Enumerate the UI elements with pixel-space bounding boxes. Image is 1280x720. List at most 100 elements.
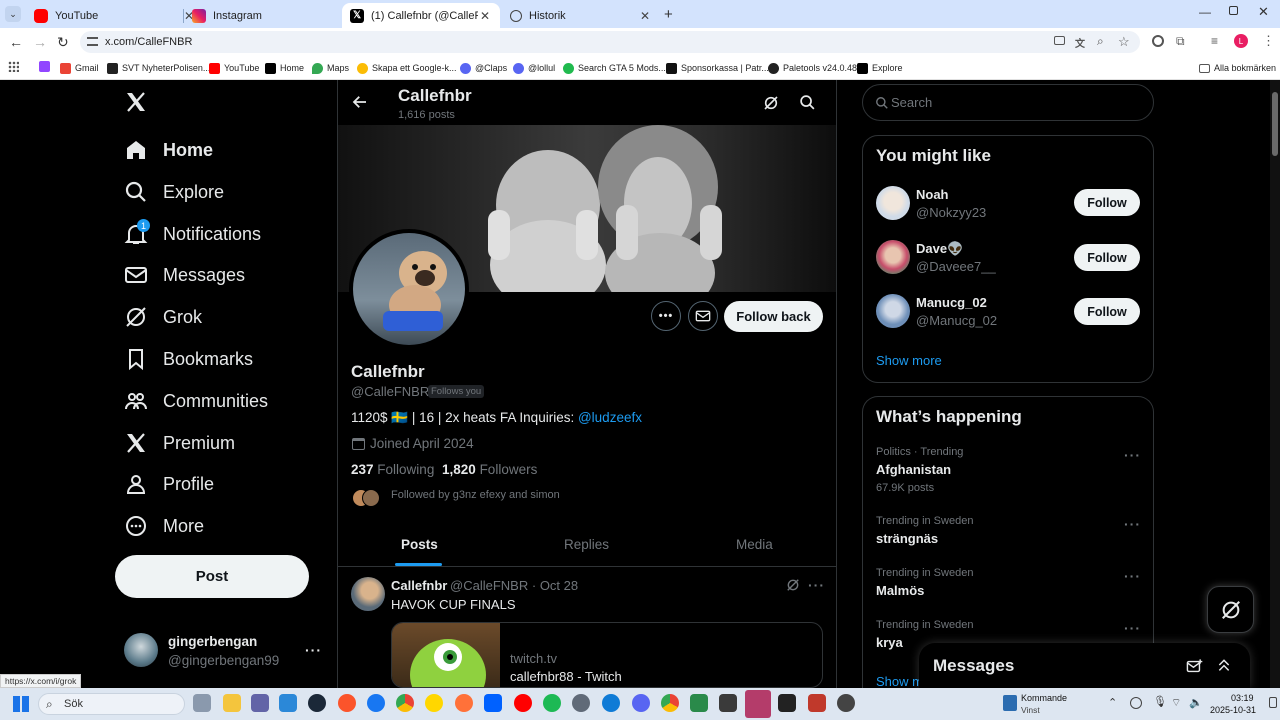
tab-posts[interactable]: Posts — [401, 537, 438, 552]
all-bookmarks[interactable]: Alla bokmärken — [1199, 60, 1276, 76]
app-icon[interactable] — [837, 694, 855, 712]
tray-app-icon[interactable] — [1130, 697, 1142, 709]
suggestion-name[interactable]: Dave👽 — [916, 241, 963, 257]
link-card[interactable]: twitch.tv callefnbr88 - Twitch — [391, 622, 823, 688]
bookmark-google-account[interactable]: Skapa ett Google-k... — [357, 60, 457, 76]
site-info-icon[interactable] — [87, 37, 98, 46]
maximize-button[interactable] — [1229, 6, 1238, 15]
clock-time[interactable]: 03:19 — [1231, 693, 1254, 703]
chrome-menu-icon[interactable]: ⋮ — [1262, 33, 1275, 49]
nav-communities[interactable]: Communities — [124, 386, 268, 416]
grok-icon[interactable] — [763, 95, 779, 111]
media-controls-icon[interactable]: ≡ — [1211, 34, 1218, 48]
trend-item[interactable]: Trending in Sweden Malmös ··· — [876, 567, 1142, 607]
firefox-icon[interactable] — [455, 694, 473, 712]
bookmark-patreon[interactable]: Sponsorkassa | Patr... — [666, 60, 769, 76]
suggestion-avatar[interactable] — [876, 294, 910, 328]
extension-icon[interactable] — [1152, 35, 1164, 47]
puzzle-icon[interactable]: ⧉ — [1176, 34, 1185, 49]
follow-back-button[interactable]: Follow back — [724, 301, 823, 332]
bookmark-svt[interactable]: SVT NyheterPolisen... — [107, 60, 210, 76]
bookmark-paletools[interactable]: Paletools v24.0.48 — [768, 60, 857, 76]
url-text[interactable]: x.com/CalleFNBR — [105, 36, 192, 48]
post-author-name[interactable]: Callefnbr — [391, 578, 447, 593]
bookmark-star-icon[interactable]: ☆ — [1118, 34, 1130, 50]
bookmark-gmail[interactable]: Gmail — [60, 60, 99, 76]
post-avatar[interactable] — [351, 577, 385, 611]
search-icon[interactable] — [799, 94, 816, 111]
address-bar[interactable] — [80, 31, 1140, 53]
post-button[interactable]: Post — [115, 555, 309, 598]
volume-icon[interactable]: 🔈 — [1189, 696, 1203, 709]
chrome-icon[interactable] — [396, 694, 414, 712]
more-icon[interactable]: ··· — [1124, 620, 1141, 636]
task-view-icon[interactable] — [193, 694, 211, 712]
account-switcher[interactable]: gingerbengan @gingerbengan99 ··· — [115, 628, 325, 674]
follow-button[interactable]: Follow — [1074, 298, 1140, 325]
back-arrow-icon[interactable] — [351, 93, 369, 111]
start-icon[interactable] — [13, 696, 29, 712]
store-icon[interactable] — [279, 694, 297, 712]
grok-icon[interactable] — [786, 578, 800, 592]
post-author-handle[interactable]: @CalleFNBR — [450, 578, 528, 593]
network-icon[interactable]: ⌔ — [1171, 696, 1181, 710]
tab-x-profile[interactable]: 𝕏 (1) Callefnbr (@CalleFNBR) / X ✕ — [342, 3, 500, 28]
app-icon[interactable] — [778, 694, 796, 712]
edge-icon[interactable] — [602, 694, 620, 712]
teams-icon[interactable] — [251, 694, 269, 712]
more-options-button[interactable]: ••• — [651, 301, 681, 331]
suggestion-name[interactable]: Noah — [916, 187, 949, 202]
x-logo-icon[interactable] — [124, 90, 148, 114]
notification-center-icon[interactable] — [1269, 697, 1277, 708]
more-icon[interactable]: ··· — [1124, 447, 1141, 463]
show-more-link[interactable]: Show m — [876, 674, 923, 689]
message-button[interactable] — [688, 301, 718, 331]
bookmark-youtube[interactable]: YouTube — [209, 60, 259, 76]
bio-mention-link[interactable]: @ludzeefx — [578, 410, 642, 425]
spotify-icon[interactable] — [543, 694, 561, 712]
forward-button[interactable]: → — [33, 34, 47, 50]
tab-media[interactable]: Media — [736, 537, 773, 552]
close-icon[interactable]: ✕ — [638, 9, 652, 23]
bookmark-claps[interactable]: @Claps — [460, 60, 507, 76]
nav-bookmarks[interactable]: Bookmarks — [124, 344, 253, 374]
scrollbar[interactable] — [1270, 80, 1280, 688]
follow-button[interactable]: Follow — [1074, 244, 1140, 271]
profile-avatar[interactable] — [349, 229, 469, 349]
nav-grok[interactable]: Grok — [124, 302, 202, 332]
app-icon[interactable] — [690, 694, 708, 712]
trend-item[interactable]: Politics · Trending Afghanistan 67.9K po… — [876, 446, 1142, 496]
grok-floating-button[interactable] — [1207, 586, 1254, 633]
follow-button[interactable]: Follow — [1074, 189, 1140, 216]
nav-profile[interactable]: Profile — [124, 469, 214, 499]
post-date[interactable]: Oct 28 — [540, 578, 578, 593]
suggestion-name[interactable]: Manucg_02 — [916, 295, 987, 310]
minimize-button[interactable]: — — [1199, 5, 1211, 19]
bookmark-home[interactable]: Home — [265, 60, 304, 76]
more-icon[interactable]: ··· — [1124, 516, 1141, 532]
tab-replies[interactable]: Replies — [564, 537, 609, 552]
bookmark-maps[interactable]: Maps — [312, 60, 349, 76]
taskbar-search[interactable]: ⌕ Sök — [38, 693, 185, 715]
following-link[interactable]: 237 Following — [351, 462, 434, 477]
weather-icon[interactable] — [1003, 695, 1017, 711]
back-button[interactable]: ← — [9, 34, 23, 50]
nav-more[interactable]: More — [124, 511, 204, 541]
new-message-icon[interactable] — [1186, 658, 1203, 675]
tab-history[interactable]: Historik ✕ — [502, 3, 660, 28]
profile-avatar[interactable]: L — [1234, 34, 1248, 48]
post-more-icon[interactable]: ··· — [808, 577, 825, 593]
chevron-up-icon[interactable] — [1216, 657, 1232, 673]
trend-item[interactable]: Trending in Sweden strängnäs ··· — [876, 515, 1142, 555]
clock-date[interactable]: 2025-10-31 — [1210, 705, 1256, 715]
suggestion-avatar[interactable] — [876, 240, 910, 274]
followed-by-text[interactable]: Followed by g3nz efexy and simon — [391, 489, 560, 501]
steam-icon[interactable] — [308, 694, 326, 712]
zoom-icon[interactable]: ⌕ — [1097, 34, 1104, 49]
followers-link[interactable]: 1,820 Followers — [442, 462, 537, 477]
close-icon[interactable]: ✕ — [478, 9, 492, 23]
chrome-active-icon[interactable] — [661, 694, 679, 712]
youtube-icon[interactable] — [514, 694, 532, 712]
scrollbar-thumb[interactable] — [1272, 92, 1278, 156]
tab-instagram[interactable]: Instagram ✕ — [184, 3, 362, 28]
